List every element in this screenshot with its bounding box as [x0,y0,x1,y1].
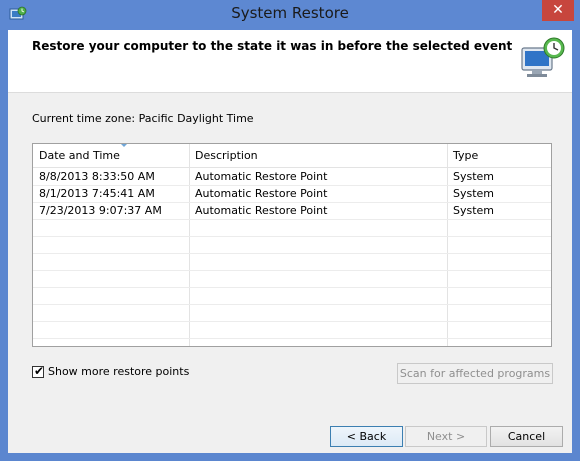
table-row[interactable]: 8/1/2013 7:45:41 AM Automatic Restore Po… [33,185,551,203]
cell-description: Automatic Restore Point [195,187,328,200]
cell-type: System [453,170,495,183]
back-button[interactable]: < Back [330,426,403,447]
cell-date: 8/1/2013 7:45:41 AM [39,187,155,200]
cell-description: Automatic Restore Point [195,204,328,217]
column-header-type[interactable]: Type [447,144,551,167]
show-more-checkbox[interactable]: ✔ [32,364,45,378]
empty-row [33,219,551,237]
empty-row [33,253,551,271]
cancel-button[interactable]: Cancel [490,426,563,447]
close-button[interactable]: ✕ [542,0,574,21]
scan-affected-programs-button[interactable]: Scan for affected programs [397,363,553,384]
table-row[interactable]: 7/23/2013 9:07:37 AM Automatic Restore P… [33,202,551,220]
page-heading: Restore your computer to the state it wa… [32,39,513,53]
cell-type: System [453,187,495,200]
dialog-content: Restore your computer to the state it wa… [8,30,572,453]
cell-type: System [453,204,495,217]
computer-clock-icon [521,37,565,77]
restore-points-table[interactable]: Date and Time Description Type 8/8/2013 … [32,143,552,347]
empty-row [33,304,551,322]
show-more-label[interactable]: Show more restore points [48,365,189,378]
cell-description: Automatic Restore Point [195,170,328,183]
system-restore-window: System Restore ✕ Restore your computer t… [0,0,580,461]
empty-row [33,236,551,254]
table-header: Date and Time Description Type [33,144,551,168]
sort-indicator-icon [120,144,128,147]
empty-row [33,321,551,339]
title-bar[interactable]: System Restore ✕ [0,0,580,30]
cell-date: 7/23/2013 9:07:37 AM [39,204,162,217]
timezone-label: Current time zone: Pacific Daylight Time [32,112,254,125]
header-band: Restore your computer to the state it wa… [8,30,572,93]
empty-row [33,287,551,305]
cell-date: 8/8/2013 8:33:50 AM [39,170,155,183]
checkmark-icon: ✔ [34,364,45,378]
table-row[interactable]: 8/8/2013 8:33:50 AM Automatic Restore Po… [33,168,551,186]
column-header-description[interactable]: Description [189,144,447,167]
next-button[interactable]: Next > [405,426,487,447]
column-header-date[interactable]: Date and Time [33,144,189,167]
window-title: System Restore [231,4,349,22]
empty-row [33,270,551,288]
